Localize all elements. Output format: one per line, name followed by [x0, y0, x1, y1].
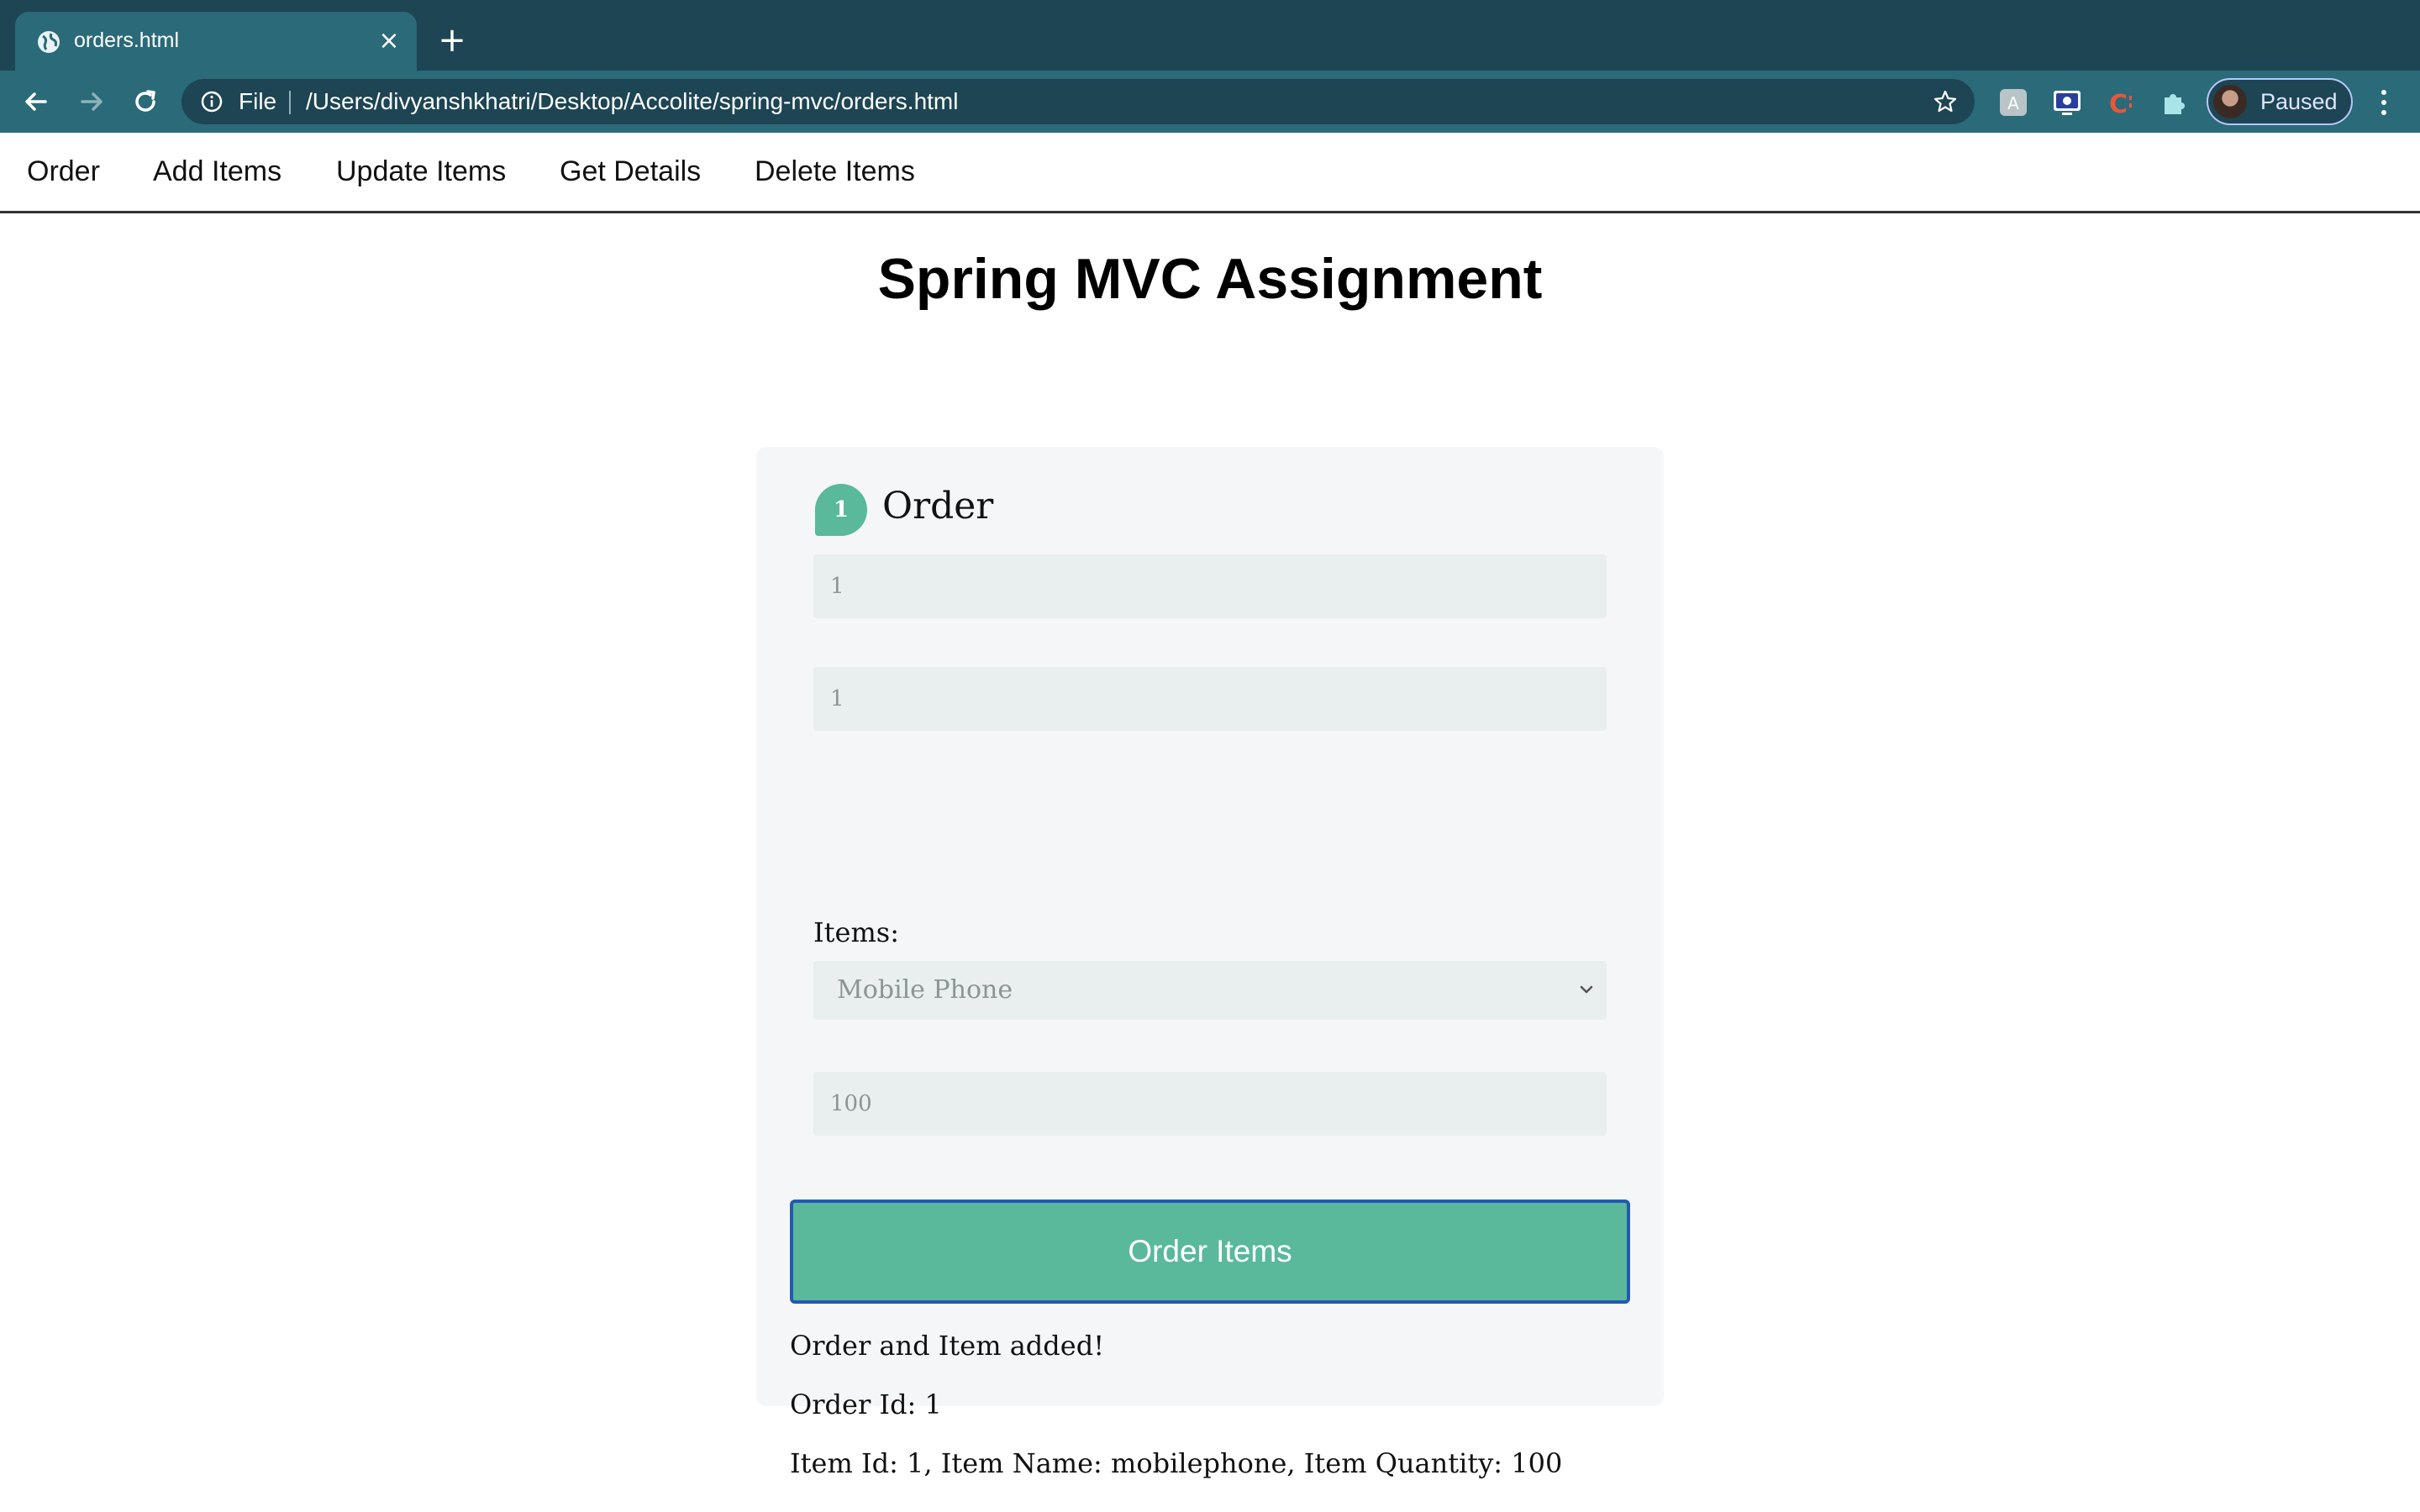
profile-status-label: Paused [2260, 89, 2338, 114]
item-id-input[interactable] [813, 667, 1607, 731]
browser-toolbar: File /Users/divyanshkhatri/Desktop/Accol… [0, 71, 2420, 133]
items-label: Items: [813, 916, 899, 948]
close-tab-icon[interactable]: × [373, 25, 405, 57]
nav-item-add-items[interactable]: Add Items [153, 133, 281, 210]
svg-text:C: C [2109, 90, 2128, 118]
nav-item-get-details[interactable]: Get Details [560, 133, 701, 210]
order-items-button[interactable]: Order Items [790, 1200, 1630, 1304]
address-bar[interactable]: File /Users/divyanshkhatri/Desktop/Accol… [182, 79, 1975, 124]
globe-icon [38, 31, 60, 53]
result-message: Order and Item added! [790, 1330, 1105, 1362]
reload-icon[interactable] [128, 84, 163, 119]
forward-icon[interactable] [74, 84, 109, 119]
star-icon[interactable] [1933, 89, 1958, 114]
new-tab-icon[interactable]: + [435, 24, 469, 57]
order-id-input[interactable] [813, 554, 1607, 618]
tab-title: orders.html [74, 29, 180, 52]
svg-text:A: A [2007, 93, 2019, 113]
result-order-id: Order Id: 1 [790, 1389, 942, 1420]
extension-screen-icon[interactable] [2052, 87, 2082, 118]
url-scheme-label: File [239, 88, 277, 114]
chevron-down-icon [1580, 985, 1593, 994]
quantity-input[interactable] [813, 1072, 1607, 1136]
form-title: Order [882, 485, 994, 528]
items-select[interactable]: Mobile Phone [813, 961, 1607, 1020]
extension-translate-icon[interactable]: A [1998, 87, 2028, 118]
items-select-value: Mobile Phone [837, 975, 1013, 1005]
browser-tab-bar: orders.html × + [0, 0, 2420, 71]
step-number-badge: 1 [815, 484, 867, 536]
browser-tab[interactable]: orders.html × [15, 12, 417, 71]
info-icon[interactable] [200, 90, 224, 113]
page-title: Spring MVC Assignment [877, 247, 1543, 311]
nav-item-delete-items[interactable]: Delete Items [755, 133, 915, 210]
profile-button[interactable]: Paused [2207, 78, 2353, 125]
result-item-details: Item Id: 1, Item Name: mobilephone, Item… [790, 1447, 1563, 1479]
puzzle-icon[interactable] [2160, 87, 2190, 118]
nav-item-update-items[interactable]: Update Items [336, 133, 506, 210]
top-navigation: Order Add Items Update Items Get Details… [0, 133, 2420, 213]
address-divider [289, 91, 291, 114]
back-icon[interactable] [18, 84, 54, 119]
extension-c-icon[interactable]: C [2106, 87, 2136, 118]
avatar [2213, 85, 2247, 118]
order-form-card: 1 Order Items: Mobile Phone Order Items … [756, 447, 1664, 1479]
nav-item-order[interactable]: Order [27, 133, 100, 210]
url-text[interactable]: /Users/divyanshkhatri/Desktop/Accolite/s… [306, 79, 958, 124]
page-content: Order Add Items Update Items Get Details… [0, 133, 2420, 1512]
kebab-menu-icon[interactable] [2371, 86, 2396, 119]
